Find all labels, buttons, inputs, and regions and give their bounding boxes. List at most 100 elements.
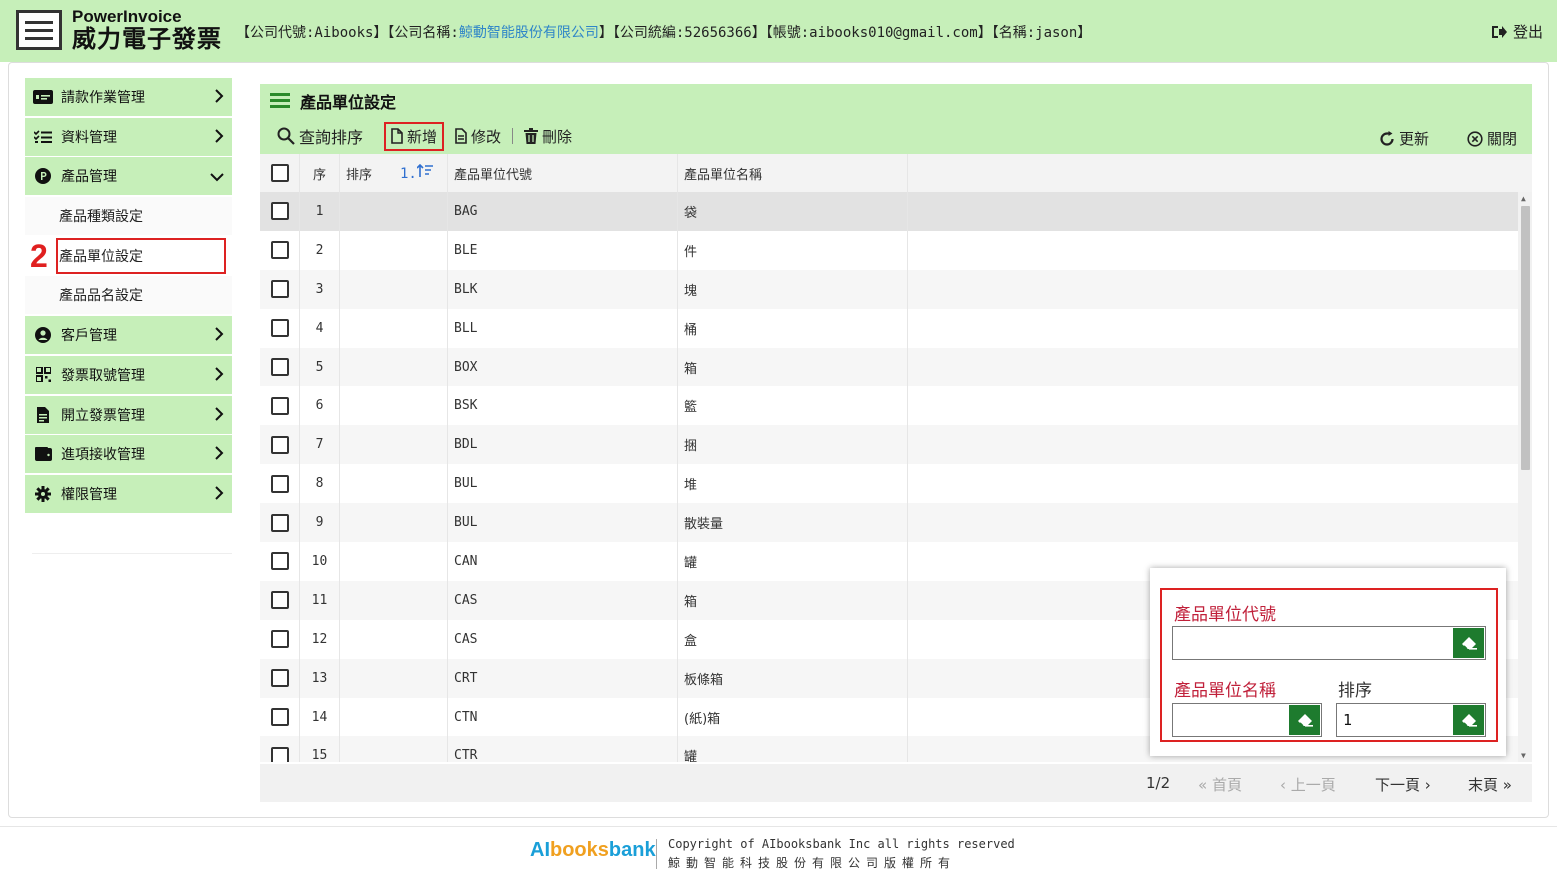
double-chevron-left-icon: « bbox=[1198, 776, 1208, 794]
unit-code-input[interactable] bbox=[1172, 626, 1486, 660]
row-unit-code: CRT bbox=[448, 658, 678, 698]
row-unit-name: 桶 bbox=[678, 308, 908, 348]
sidebar-item-permissions[interactable]: 權限管理 bbox=[25, 474, 232, 513]
table-row[interactable]: 2 BLE 件 bbox=[260, 230, 1518, 270]
row-checkbox[interactable] bbox=[270, 552, 289, 571]
row-sort bbox=[340, 580, 448, 620]
sidebar-item-issue-invoice[interactable]: 開立發票管理 bbox=[25, 395, 232, 434]
sort-input[interactable]: 1 bbox=[1336, 703, 1486, 737]
copyright-text: Copyright of AIbooksbank Inc all rights … bbox=[668, 837, 1015, 851]
row-checkbox[interactable] bbox=[270, 591, 289, 610]
table-row[interactable]: 6 BSK 籃 bbox=[260, 386, 1518, 426]
table-row[interactable]: 9 BUL 散裝量 bbox=[260, 503, 1518, 543]
close-label: 關閉 bbox=[1486, 130, 1517, 148]
row-checkbox[interactable] bbox=[270, 474, 289, 493]
row-checkbox[interactable] bbox=[270, 669, 289, 688]
row-seq: 6 bbox=[300, 386, 340, 426]
search-sort-button[interactable]: 查詢排序 bbox=[272, 122, 368, 150]
sidebar-item-data[interactable]: 資料管理 bbox=[25, 117, 232, 156]
row-select-cell bbox=[260, 503, 300, 543]
row-checkbox[interactable] bbox=[270, 513, 289, 532]
select-all-checkbox[interactable] bbox=[270, 164, 289, 182]
table-row[interactable]: 1 BAG 袋 bbox=[260, 192, 1518, 231]
row-checkbox[interactable] bbox=[270, 708, 289, 727]
row-unit-code: BOX bbox=[448, 347, 678, 387]
sort-label: 排序 bbox=[1338, 681, 1372, 701]
chevron-right-icon: › bbox=[1424, 776, 1431, 794]
col-header-name[interactable]: 產品單位名稱 bbox=[678, 154, 908, 192]
refresh-label: 更新 bbox=[1398, 130, 1429, 148]
row-checkbox[interactable] bbox=[270, 746, 289, 762]
row-unit-name: 散裝量 bbox=[678, 503, 908, 543]
row-seq: 1 bbox=[300, 192, 340, 231]
menu-icon[interactable] bbox=[270, 93, 290, 109]
table-scrollbar[interactable]: ▲ ▼ bbox=[1518, 192, 1532, 762]
sort-ascending-icon bbox=[416, 163, 433, 177]
sidebar-divider bbox=[32, 553, 232, 554]
close-button[interactable]: 關閉 bbox=[1462, 126, 1522, 151]
page-info: 1/2 bbox=[1146, 774, 1171, 792]
row-checkbox[interactable] bbox=[270, 319, 289, 338]
row-checkbox[interactable] bbox=[270, 358, 289, 376]
row-unit-name: 件 bbox=[678, 230, 908, 270]
row-unit-code: BUL bbox=[448, 464, 678, 504]
sidebar-subitem-product-name[interactable]: 產品品名設定 bbox=[25, 276, 232, 315]
next-page-button[interactable]: 下一頁 › bbox=[1375, 774, 1431, 795]
sidebar-item-invoice-numbers[interactable]: 發票取號管理 bbox=[25, 355, 232, 394]
clear-unit-name-button[interactable] bbox=[1289, 705, 1320, 735]
sidebar-subitem-product-category[interactable]: 產品種類設定 bbox=[25, 197, 232, 236]
account-info: 【公司代號:Aibooks】【公司名稱:鯨動智能股份有限公司】【公司統編:526… bbox=[236, 22, 1091, 42]
company-name-link[interactable]: 鯨動智能股份有限公司 bbox=[459, 25, 599, 41]
edit-button[interactable]: 修改 bbox=[450, 124, 506, 149]
row-unit-name: 箱 bbox=[678, 347, 908, 387]
clear-sort-button[interactable] bbox=[1453, 705, 1484, 735]
col-header-code[interactable]: 產品單位代號 bbox=[448, 154, 678, 192]
row-unit-code: BLK bbox=[448, 269, 678, 309]
row-unit-code: BAG bbox=[448, 192, 678, 231]
row-checkbox[interactable] bbox=[270, 630, 289, 649]
sort-order-number: 1. bbox=[400, 166, 417, 182]
sidebar-item-input-receive[interactable]: 進項接收管理 bbox=[25, 435, 232, 474]
row-unit-name: (紙)箱 bbox=[678, 697, 908, 737]
scroll-up-arrow-icon[interactable]: ▲ bbox=[1521, 194, 1526, 203]
table-row[interactable]: 5 BOX 箱 bbox=[260, 347, 1518, 387]
prev-page-button[interactable]: ‹ 上一頁 bbox=[1280, 774, 1336, 795]
add-label: 新增 bbox=[407, 127, 438, 146]
sidebar-subitem-product-unit[interactable]: 產品單位設定 bbox=[55, 236, 227, 275]
scroll-down-arrow-icon[interactable]: ▼ bbox=[1521, 751, 1526, 760]
last-page-button[interactable]: 末頁 » bbox=[1468, 774, 1512, 795]
sidebar-item-billing[interactable]: 請款作業管理 bbox=[25, 78, 232, 116]
clear-unit-code-button[interactable] bbox=[1453, 628, 1484, 658]
table-row[interactable]: 7 BDL 捆 bbox=[260, 425, 1518, 465]
row-checkbox[interactable] bbox=[270, 396, 289, 415]
wallet-icon bbox=[33, 446, 53, 462]
row-unit-name: 袋 bbox=[678, 192, 908, 231]
sidebar-item-customers[interactable]: 客戶管理 bbox=[25, 316, 232, 355]
col-header-sort[interactable]: 排序 1. bbox=[340, 154, 448, 192]
search-panel: 產品單位代號 產品單位名稱 排序 1 bbox=[1150, 568, 1506, 756]
add-button[interactable]: 新增 bbox=[384, 121, 445, 151]
delete-button[interactable]: 刪除 bbox=[519, 124, 577, 149]
row-sort bbox=[340, 658, 448, 698]
row-select-cell bbox=[260, 386, 300, 426]
eraser-icon bbox=[1461, 714, 1477, 727]
logout-button[interactable]: 登出 bbox=[1491, 21, 1543, 42]
row-checkbox[interactable] bbox=[270, 202, 289, 221]
table-row[interactable]: 8 BUL 堆 bbox=[260, 464, 1518, 504]
refresh-button[interactable]: 更新 bbox=[1374, 126, 1434, 151]
row-checkbox[interactable] bbox=[270, 241, 289, 260]
unit-name-input[interactable] bbox=[1172, 703, 1322, 737]
row-select-cell bbox=[260, 269, 300, 309]
first-page-button[interactable]: « 首頁 bbox=[1198, 774, 1242, 795]
col-header-seq[interactable]: 序 bbox=[300, 154, 340, 192]
scrollbar-thumb[interactable] bbox=[1521, 206, 1530, 470]
sidebar-item-products[interactable]: 產品管理 bbox=[25, 157, 232, 196]
row-checkbox[interactable] bbox=[270, 435, 289, 454]
row-checkbox[interactable] bbox=[270, 280, 289, 299]
row-filler bbox=[908, 386, 1518, 425]
row-sort bbox=[340, 697, 448, 737]
table-row[interactable]: 3 BLK 塊 bbox=[260, 269, 1518, 309]
table-row[interactable]: 4 BLL 桶 bbox=[260, 308, 1518, 348]
row-select-cell bbox=[260, 464, 300, 504]
sidebar-item-label: 請款作業管理 bbox=[61, 90, 145, 106]
